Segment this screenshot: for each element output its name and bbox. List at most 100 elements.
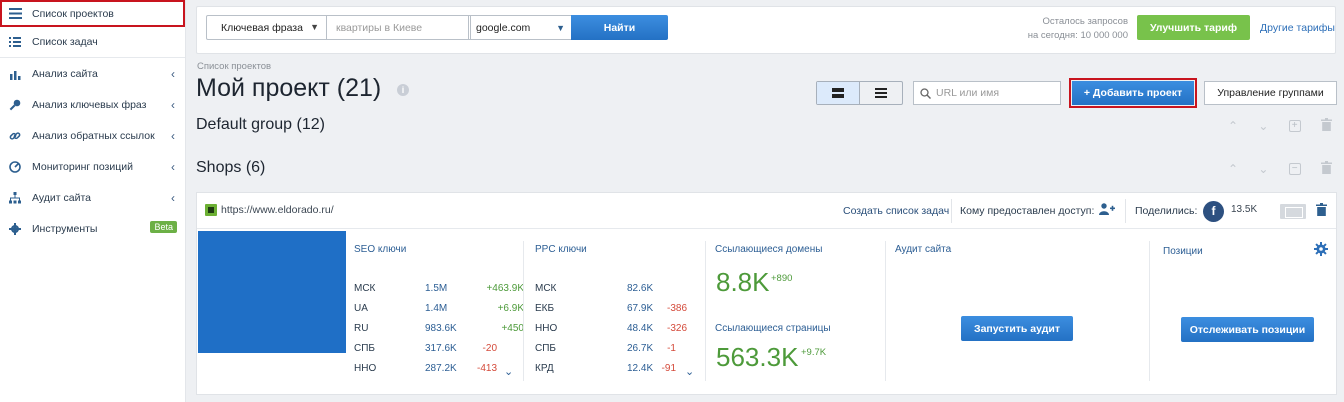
keyword-count[interactable]: 26.7K: [627, 343, 653, 354]
project-url-link[interactable]: https://www.eldorado.ru/: [221, 204, 334, 216]
table-row: СПБ 317.6K -20: [354, 343, 524, 357]
header-divider: [1125, 199, 1126, 223]
keyword-count[interactable]: 317.6K: [425, 343, 457, 354]
manage-groups-button[interactable]: Управление группами: [1204, 81, 1337, 105]
keyword-delta: +6.9K: [497, 303, 524, 314]
chevron-down-icon: ▼: [556, 23, 565, 33]
other-tariffs-link[interactable]: Другие тарифы: [1260, 22, 1335, 34]
sidebar-item-backlinks[interactable]: Анализ обратных ссылок ‹: [0, 120, 185, 151]
chevron-down-icon[interactable]: ⌄: [504, 365, 513, 378]
sidebar-item-keyword-analysis[interactable]: Анализ ключевых фраз ‹: [0, 89, 185, 120]
sidebar-item-positions[interactable]: Мониторинг позиций ‹: [0, 151, 185, 182]
quota-line-2: на сегодня: 10 000 000: [1027, 30, 1128, 41]
ppc-keywords-title[interactable]: PPC ключи: [535, 244, 587, 255]
mail-icon[interactable]: [1280, 204, 1306, 219]
move-down-icon[interactable]: ⌄: [1258, 119, 1268, 133]
list-view-button[interactable]: [860, 82, 902, 104]
list-view-icon: [875, 88, 887, 98]
sidebar-item-site-analysis[interactable]: Анализ сайта ‹: [0, 58, 185, 89]
table-row: UA 1.4M +6.9K: [354, 303, 524, 317]
sidebar-item-label: Список проектов: [32, 7, 114, 20]
keyword-delta: +450: [501, 323, 524, 334]
facebook-icon[interactable]: f: [1203, 201, 1224, 222]
trash-icon[interactable]: [1320, 118, 1332, 134]
upgrade-tariff-button[interactable]: Улучшить тариф: [1137, 15, 1250, 40]
column-divider: [885, 241, 886, 381]
url-search-input[interactable]: URL или имя: [913, 81, 1061, 105]
region-label: ЕКБ: [535, 303, 555, 314]
site-thumbnail[interactable]: [198, 231, 346, 353]
chevron-down-icon[interactable]: ⌄: [685, 365, 694, 378]
search-type-select[interactable]: Ключевая фраза ▼: [206, 15, 327, 40]
search-engine-value: google.com: [476, 21, 531, 34]
keyword-count[interactable]: 1.4M: [425, 303, 447, 314]
track-positions-button[interactable]: Отслеживать позиции: [1181, 317, 1314, 342]
search-bar: Ключевая фраза ▼ квартиры в Киеве google…: [196, 6, 1336, 54]
referring-domains-title[interactable]: Ссылающиеся домены: [715, 244, 822, 255]
column-divider: [1149, 241, 1150, 381]
compact-view-icon: [832, 88, 844, 98]
search-query-input[interactable]: квартиры в Киеве: [326, 15, 471, 40]
delete-project-icon[interactable]: [1316, 203, 1327, 219]
group-actions-default: ⌃ ⌄ +: [1228, 117, 1332, 135]
quota-line-1: Осталось запросов: [1042, 16, 1128, 27]
chevron-left-icon: ‹: [171, 67, 175, 81]
add-project-button-frame: + Добавить проект: [1069, 78, 1197, 108]
referring-pages-title[interactable]: Ссылающиеся страницы: [715, 323, 831, 334]
table-row: МСК 1.5M +463.9K: [354, 283, 524, 297]
shared-label: Поделились:: [1135, 205, 1198, 217]
gear-icon: [8, 222, 22, 236]
sitemap-icon: [8, 191, 22, 205]
collapse-icon[interactable]: −: [1288, 163, 1301, 175]
sidebar-item-site-audit[interactable]: Аудит сайта ‹: [0, 182, 185, 213]
group-title-default[interactable]: Default group (12): [196, 116, 325, 134]
backlinks-column: Ссылающиеся домены 8.8K +890 Ссылающиеся…: [715, 231, 885, 381]
gear-icon[interactable]: [1314, 242, 1328, 259]
region-label: МСК: [354, 283, 376, 294]
project-card: https://www.eldorado.ru/ Создать список …: [196, 192, 1337, 395]
keyword-delta: +463.9K: [486, 283, 524, 294]
table-row: RU 983.6K +450: [354, 323, 524, 337]
sidebar-item-projects[interactable]: Список проектов: [0, 0, 185, 27]
info-icon[interactable]: i: [397, 84, 409, 96]
create-task-list-link[interactable]: Создать список задач: [843, 205, 949, 217]
group-title-shops[interactable]: Shops (6): [196, 159, 265, 177]
compact-view-button[interactable]: [817, 82, 860, 104]
gauge-icon: [8, 160, 22, 174]
referring-domains-value[interactable]: 8.8K: [716, 267, 770, 298]
table-row: ЕКБ 67.9K -386: [535, 303, 705, 317]
seo-keywords-title[interactable]: SEO ключи: [354, 244, 406, 255]
move-down-icon[interactable]: ⌄: [1258, 162, 1268, 176]
search-engine-select[interactable]: google.com ▼: [468, 15, 572, 40]
keyword-count[interactable]: 983.6K: [425, 323, 457, 334]
breadcrumb[interactable]: Список проектов: [197, 61, 271, 72]
keyword-count[interactable]: 1.5M: [425, 283, 447, 294]
positions-column: Позиции Отслеживать позиции: [1159, 231, 1329, 381]
keyword-count[interactable]: 67.9K: [627, 303, 653, 314]
expand-icon[interactable]: +: [1288, 120, 1301, 132]
seo-keywords-column: SEO ключи МСК 1.5M +463.9K UA 1.4M +6.9K…: [354, 231, 524, 381]
find-button[interactable]: Найти: [571, 15, 668, 40]
add-project-button[interactable]: + Добавить проект: [1072, 81, 1194, 105]
region-label: МСК: [535, 283, 557, 294]
referring-pages-value[interactable]: 563.3K: [716, 342, 798, 373]
move-up-icon[interactable]: ⌃: [1228, 162, 1238, 176]
sidebar-item-label: Анализ обратных ссылок: [32, 129, 155, 142]
quota-info: Осталось запросов на сегодня: 10 000 000: [1012, 15, 1128, 43]
trash-icon[interactable]: [1320, 161, 1332, 177]
keyword-count[interactable]: 287.2K: [425, 363, 457, 374]
move-up-icon[interactable]: ⌃: [1228, 119, 1238, 133]
keyword-count[interactable]: 48.4K: [627, 323, 653, 334]
sidebar-item-tasks[interactable]: Список задач: [0, 27, 185, 58]
search-icon: [920, 87, 931, 99]
sidebar-item-tools[interactable]: Инструменты Beta: [0, 213, 185, 244]
keyword-count[interactable]: 12.4K: [627, 363, 653, 374]
table-row: ННО 287.2K -413: [354, 363, 524, 377]
keyword-delta: -386: [666, 303, 687, 314]
keyword-delta: -413: [476, 363, 497, 374]
sidebar-item-label: Список задач: [32, 36, 98, 48]
start-audit-button[interactable]: Запустить аудит: [961, 316, 1073, 341]
add-user-icon[interactable]: [1099, 203, 1115, 218]
table-row: МСК 82.6K: [535, 283, 705, 297]
keyword-count[interactable]: 82.6K: [627, 283, 653, 294]
